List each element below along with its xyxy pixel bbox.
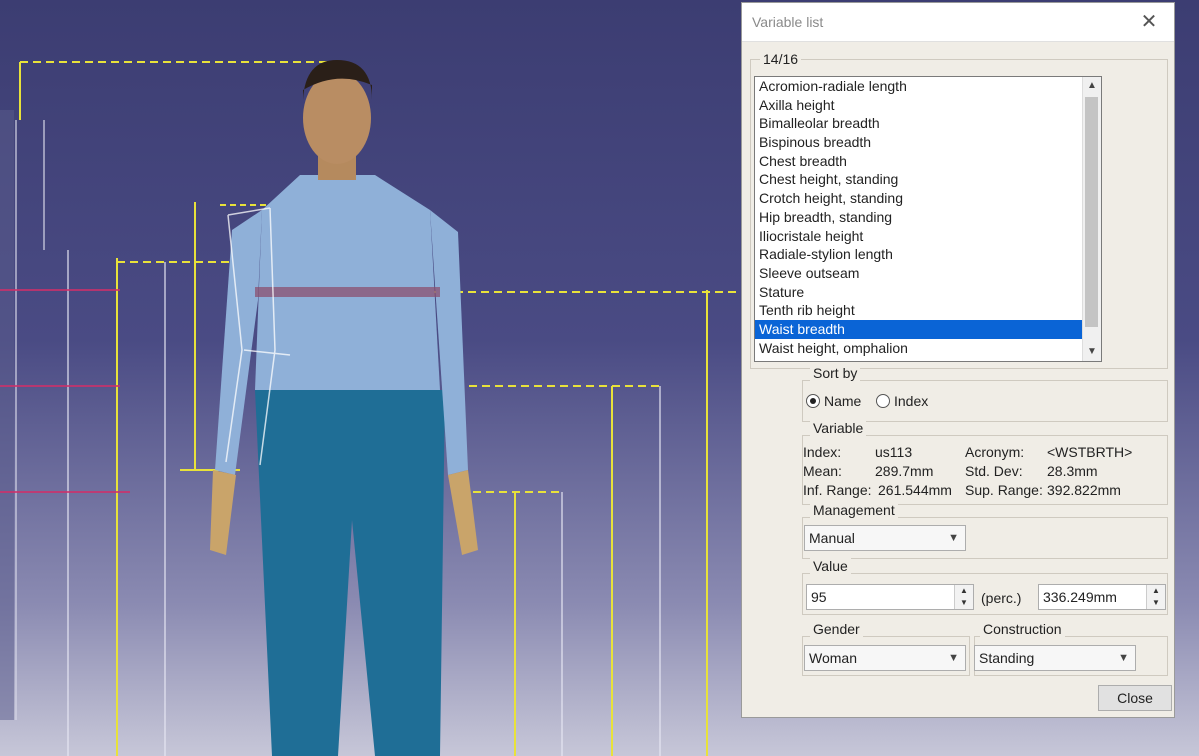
std-dev-label: Std. Dev: [965,463,1023,479]
sup-range-label: Sup. Range: [965,482,1043,498]
list-item[interactable]: Axilla height [755,96,1101,115]
measure-up-icon[interactable]: ▲ [1147,585,1165,597]
list-item[interactable]: Acromion-radiale length [755,77,1101,96]
dialog-titlebar[interactable]: Variable list ✕ [742,3,1174,42]
list-item[interactable]: Chest breadth [755,152,1101,171]
list-item[interactable]: Radiale-stylion length [755,245,1101,264]
spinner-arrows[interactable]: ▲ ▼ [954,585,973,609]
list-item[interactable]: Bispinous breadth [755,133,1101,152]
list-item[interactable]: Tenth rib height [755,301,1101,320]
radio-on-icon [806,394,820,408]
gender-select[interactable]: Woman ▼ [804,645,966,671]
measure-down-icon[interactable]: ▼ [1147,597,1165,609]
variable-listbox[interactable]: Acromion-radiale length Axilla height Bima… [754,76,1102,362]
close-icon[interactable]: ✕ [1136,9,1162,35]
dialog-title: Variable list [752,14,824,30]
list-scrollbar[interactable]: ▲ ▼ [1082,77,1101,361]
radio-off-icon [876,394,890,408]
mean-value: 289.7mm [875,463,934,479]
percentile-unit-label: (perc.) [981,590,1022,606]
variable-info-label: Variable [810,420,867,436]
inf-range-value: 261.544mm [878,482,952,498]
measure-spinner-arrows[interactable]: ▲ ▼ [1146,585,1165,609]
close-button[interactable]: Close [1098,685,1172,711]
measure-spinner[interactable]: 336.249mm ▲ ▼ [1038,584,1166,610]
construction-select[interactable]: Standing ▼ [974,645,1136,671]
sort-by-index-radio[interactable]: Index [876,393,928,409]
chevron-down-icon: ▼ [948,652,959,664]
list-item[interactable]: Stature [755,283,1101,302]
list-item[interactable]: Bimalleolar breadth [755,114,1101,133]
variable-count: 14/16 [760,51,802,67]
acronym-value: <WSTBRTH> [1047,444,1133,460]
list-item[interactable]: Waist breadth [755,319,1101,339]
manikin [210,60,478,756]
value-label: Value [810,558,851,574]
scroll-thumb[interactable] [1085,97,1098,327]
mean-label: Mean: [803,463,842,479]
management-label: Management [810,502,898,518]
scroll-down-icon[interactable]: ▼ [1083,343,1101,361]
list-item[interactable]: Iliocristale height [755,227,1101,246]
gender-label: Gender [810,621,863,637]
chevron-down-icon: ▼ [948,532,959,544]
sort-by-name-radio[interactable]: Name [806,393,861,409]
variable-list-dialog: Variable list ✕ 14/16 Acromion-radiale l… [741,2,1175,718]
index-value: us113 [875,444,913,460]
scroll-up-icon[interactable]: ▲ [1083,77,1101,95]
std-dev-value: 28.3mm [1047,463,1098,479]
spin-down-icon[interactable]: ▼ [955,597,973,609]
list-item[interactable]: Chest height, standing [755,170,1101,189]
inf-range-label: Inf. Range: [803,482,872,498]
construction-label: Construction [980,621,1065,637]
acronym-label: Acronym: [965,444,1025,460]
sup-range-value: 392.822mm [1047,482,1121,498]
management-select[interactable]: Manual ▼ [804,525,966,551]
list-item[interactable]: Waist height, omphalion [755,339,1101,358]
list-item[interactable]: Sleeve outseam [755,264,1101,283]
list-item[interactable]: Hip breadth, standing [755,208,1101,227]
manikin-scene [0,60,740,756]
index-label: Index: [803,444,842,460]
chevron-down-icon: ▼ [1118,652,1129,664]
list-item[interactable]: Crotch height, standing [755,189,1101,208]
spin-up-icon[interactable]: ▲ [955,585,973,597]
percentile-spinner[interactable]: 95 ▲ ▼ [806,584,974,610]
sort-by-label: Sort by [810,365,861,381]
